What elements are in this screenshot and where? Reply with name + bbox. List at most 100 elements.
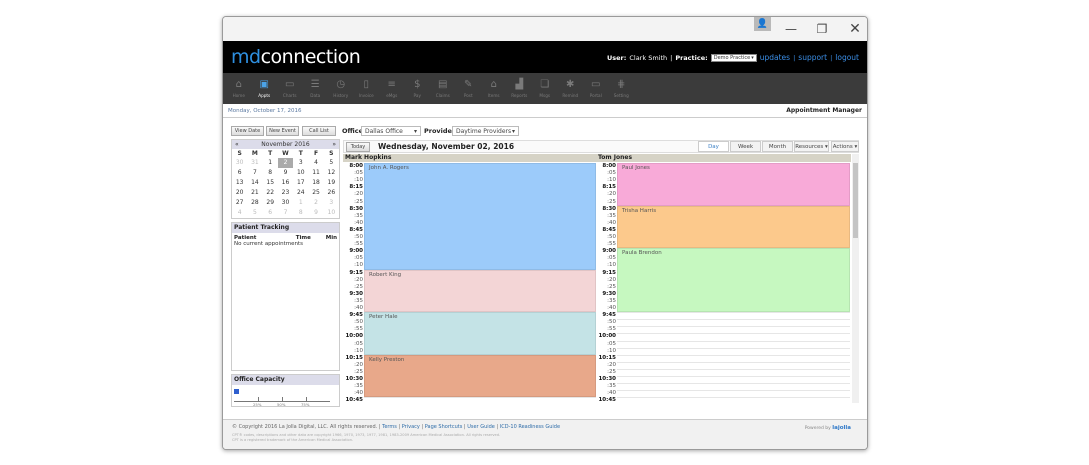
nav-invoice[interactable]: ▯ Invoice [354,73,380,104]
page-shortcuts-link[interactable]: Page Shortcuts [425,424,463,430]
appointment[interactable]: John A. Rogers [364,163,596,270]
view-actions-button[interactable]: Actions ▾ [831,141,859,152]
restore-button[interactable]: ❐ [812,21,832,37]
calendar-day[interactable]: 19 [324,178,339,188]
next-month-button[interactable]: » [332,141,336,148]
calendar-day[interactable]: 9 [278,168,293,178]
calendar-day[interactable]: 8 [263,168,278,178]
view-date-button[interactable]: View Date [231,126,264,136]
nav-items[interactable]: ⌂ Items [481,73,507,104]
practice-select[interactable]: Demo Practice ▾ [710,53,757,62]
calendar-day[interactable]: 22 [263,188,278,198]
calendar-day[interactable]: 30 [278,198,293,208]
new-event-button[interactable]: New Event [266,126,299,136]
user-icon[interactable]: 👤 [754,17,771,31]
main-toolbar: ⌂ Home ▣ Appts ▭ Charts ☰ Data ◷ History ▯ Invoice ≡… [223,73,867,104]
copyright: © Copyright 2016 La Jolla Digital, LLC. … [232,424,378,430]
appointment[interactable]: Trisha Harris [617,205,850,249]
nav-history[interactable]: ◷ History [328,73,354,104]
nav-pay[interactable]: $ Pay [405,73,431,104]
nav-portal[interactable]: ▭ Portal [583,73,609,104]
calendar-day[interactable]: 23 [278,188,293,198]
nav-home[interactable]: ⌂ Home [226,73,252,104]
calendar-day[interactable]: 1 [293,198,308,208]
calendar-day[interactable]: 10 [324,208,339,218]
appointment[interactable]: Kelly Preston [364,354,596,398]
close-button[interactable]: ✕ [845,21,865,37]
appointment[interactable]: Robert King [364,269,596,313]
calendar-day[interactable]: 3 [293,158,308,168]
calendar-day[interactable]: 27 [232,198,247,208]
call-list-button[interactable]: Call List [302,126,336,136]
time-slot-label: 9:15 [602,269,616,276]
appointment[interactable]: Peter Hale [364,312,596,355]
calendar-day[interactable]: 5 [247,208,262,218]
calendar-day[interactable]: 1 [263,158,278,168]
calendar-day[interactable]: 31 [247,158,262,168]
calendar-day[interactable]: 4 [232,208,247,218]
nav-remind[interactable]: ✱ Remind [558,73,584,104]
calendar-day[interactable]: 6 [263,208,278,218]
nav-icon: ▣ [259,79,269,90]
calendar-day[interactable]: 2 [277,158,294,168]
appointment[interactable]: Paul Jones [617,163,850,206]
calendar-day[interactable]: 10 [293,168,308,178]
calendar-day[interactable]: 3 [324,198,339,208]
calendar-day[interactable]: 15 [263,178,278,188]
nav-data[interactable]: ☰ Data [303,73,329,104]
view-week-button[interactable]: Week [730,141,761,152]
view-month-button[interactable]: Month [762,141,793,152]
calendar-day[interactable]: 30 [232,158,247,168]
support-link[interactable]: support [798,53,827,62]
nav-post[interactable]: ✎ Post [456,73,482,104]
scrollbar-thumb[interactable] [853,163,858,238]
calendar-day[interactable]: 16 [278,178,293,188]
updates-link[interactable]: updates [760,53,790,62]
terms-link[interactable]: Terms [382,424,397,430]
today-button[interactable]: Today [346,142,370,152]
calendar-day[interactable]: 25 [308,188,323,198]
view-resources-button[interactable]: Resources ▾ [794,141,829,152]
calendar-day[interactable]: 20 [232,188,247,198]
calendar-day[interactable]: 24 [293,188,308,198]
nav-reports[interactable]: ▟ Reports [507,73,533,104]
calendar-day[interactable]: 28 [247,198,262,208]
calendar-day[interactable]: 5 [324,158,339,168]
nav-charts[interactable]: ▭ Charts [277,73,303,104]
nav-emgs[interactable]: ≡ eMgs [379,73,405,104]
calendar-day[interactable]: 8 [293,208,308,218]
calendar-day[interactable]: 13 [232,178,247,188]
provider-select[interactable]: Daytime Providers ▾ [452,126,519,136]
logout-link[interactable]: logout [835,53,859,62]
minimize-button[interactable]: — [781,21,801,37]
prev-month-button[interactable]: « [235,141,239,148]
nav-claims[interactable]: ▤ Claims [430,73,456,104]
nav-setting[interactable]: ⋕ Setting [609,73,635,104]
nav-icon: ◷ [336,79,346,90]
view-day-button[interactable]: Day [698,141,729,152]
user-guide-link[interactable]: User Guide [467,424,495,430]
schedule-scrollbar[interactable] [852,154,859,403]
privacy-link[interactable]: Privacy [402,424,420,430]
calendar-day[interactable]: 9 [308,208,323,218]
calendar-day[interactable]: 11 [308,168,323,178]
calendar-day[interactable]: 14 [247,178,262,188]
icd10-guide-link[interactable]: ICD-10 Readiness Guide [500,424,560,430]
calendar-day[interactable]: 29 [263,198,278,208]
calendar-day[interactable]: 6 [232,168,247,178]
calendar-day[interactable]: 2 [308,198,323,208]
calendar-day[interactable]: 17 [293,178,308,188]
provider-column-header: Mark Hopkins [343,154,596,162]
calendar-day[interactable]: 21 [247,188,262,198]
calendar-day[interactable]: 7 [247,168,262,178]
nav-msgs[interactable]: ❏ Msgs [532,73,558,104]
capacity-tick [282,397,283,401]
calendar-day[interactable]: 26 [324,188,339,198]
nav-appts[interactable]: ▣ Appts [252,73,278,104]
calendar-day[interactable]: 7 [278,208,293,218]
calendar-day[interactable]: 4 [308,158,323,168]
calendar-day[interactable]: 12 [324,168,339,178]
calendar-day[interactable]: 18 [308,178,323,188]
appointment[interactable]: Paula Brendon [617,248,850,313]
office-select[interactable]: Dallas Office ▾ [361,126,421,136]
